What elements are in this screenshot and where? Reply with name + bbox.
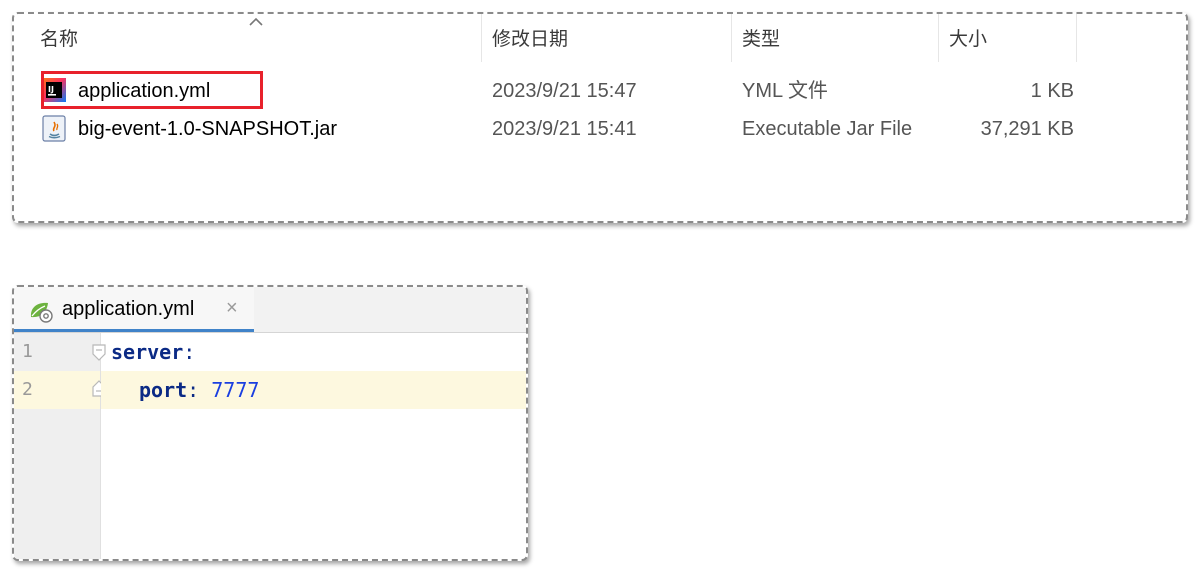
highlight-annotation-box: [41, 71, 263, 109]
column-divider[interactable]: [1076, 14, 1077, 62]
line-number: 1: [22, 341, 33, 362]
java-jar-file-icon: [41, 115, 69, 143]
editor-tab-bar: application.yml ×: [14, 287, 526, 333]
file-modified: 2023/9/21 15:47: [492, 80, 637, 102]
column-header-type[interactable]: 类型: [742, 14, 780, 62]
file-explorer-panel: 名称 修改日期 类型 大小 IJ application.yml 2023/9/…: [12, 12, 1188, 223]
code-area[interactable]: server: port: 7777: [101, 333, 526, 559]
column-divider[interactable]: [481, 14, 482, 62]
file-name[interactable]: big-event-1.0-SNAPSHOT.jar: [78, 111, 337, 147]
yaml-number-value: 7777: [211, 378, 260, 402]
file-type: Executable Jar File: [742, 118, 913, 140]
yaml-key: port: [139, 378, 188, 402]
line-number-gutter: 1 2: [14, 333, 106, 559]
yaml-key: server: [111, 340, 184, 364]
column-header-modified[interactable]: 修改日期: [492, 14, 568, 62]
yaml-colon: :: [183, 340, 196, 364]
column-header-name[interactable]: 名称: [40, 14, 78, 62]
column-header-size[interactable]: 大小: [949, 14, 987, 62]
close-icon[interactable]: ×: [226, 287, 238, 329]
code-line[interactable]: server:: [111, 333, 195, 371]
editor-tab-label: application.yml: [62, 298, 195, 320]
file-size: 1 KB: [1030, 80, 1074, 102]
code-editor-panel: application.yml × 1 2 server: port: 7777: [12, 285, 528, 561]
file-row[interactable]: big-event-1.0-SNAPSHOT.jar 2023/9/21 15:…: [14, 111, 1174, 147]
sort-ascending-icon[interactable]: [248, 14, 264, 32]
code-line-current[interactable]: port: 7777: [101, 371, 526, 409]
spring-config-icon: [28, 299, 54, 328]
yaml-colon: :: [187, 378, 200, 402]
line-number: 2: [14, 371, 100, 409]
column-divider[interactable]: [938, 14, 939, 62]
file-type: YML 文件: [742, 80, 828, 102]
column-divider[interactable]: [731, 14, 732, 62]
file-modified: 2023/9/21 15:41: [492, 118, 637, 140]
file-size: 37,291 KB: [980, 118, 1074, 140]
editor-tab[interactable]: application.yml ×: [14, 287, 254, 332]
